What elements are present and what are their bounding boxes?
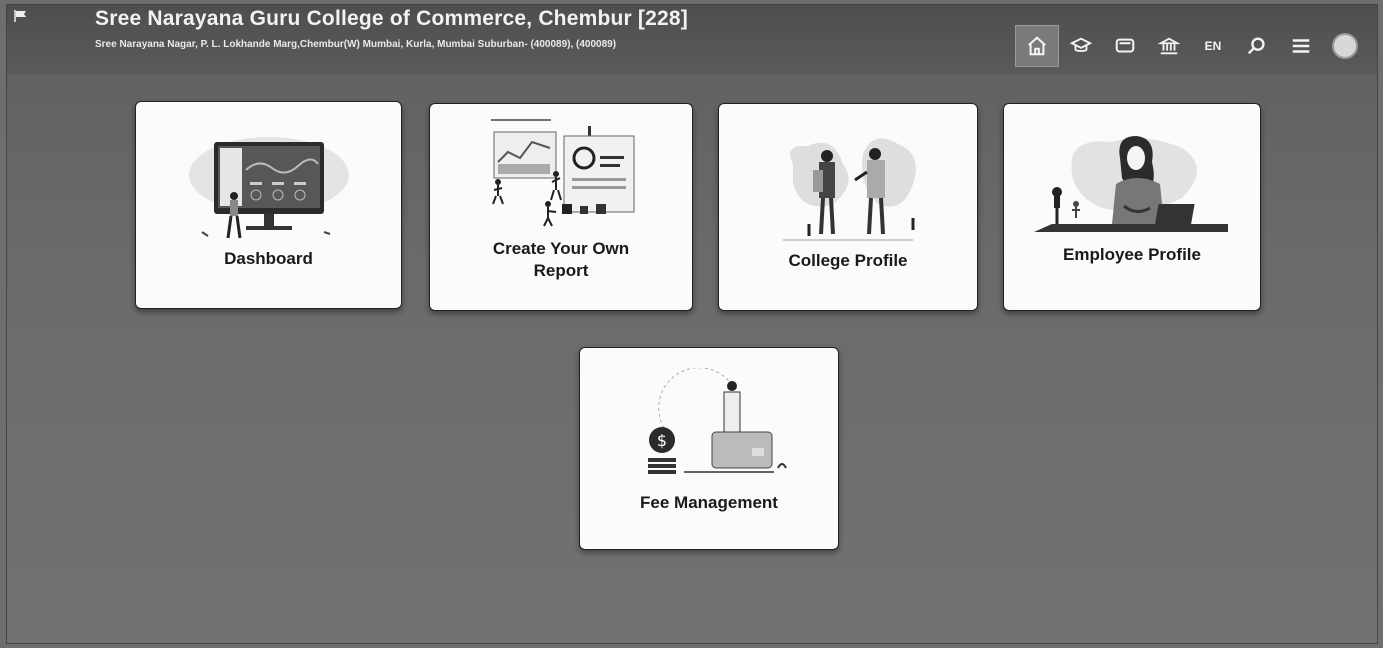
flag-icon <box>14 10 26 22</box>
college-title: Sree Narayana Guru College of Commerce, … <box>95 7 688 30</box>
dashboard-card[interactable]: Dashboard <box>135 101 402 309</box>
app-screen: Sree Narayana Guru College of Commerce, … <box>6 4 1378 644</box>
graduation-cap-icon <box>1070 37 1092 52</box>
employee-profile-illustration <box>1034 136 1228 232</box>
profile-button[interactable] <box>1323 25 1367 67</box>
report-label-line2: Report <box>533 261 589 280</box>
academics-button[interactable] <box>1059 25 1103 67</box>
institution-button[interactable] <box>1147 25 1191 67</box>
dashboard-illustration <box>188 137 349 239</box>
monitor-icon <box>1115 38 1135 53</box>
report-label-line1: Create Your Own <box>492 239 630 258</box>
fee-management-card[interactable]: $ Fee Management <box>579 347 839 550</box>
user-avatar-icon <box>1332 33 1358 59</box>
college-profile-label: College Profile <box>788 251 908 270</box>
employee-profile-label: Employee Profile <box>1063 245 1201 264</box>
home-button[interactable] <box>1015 25 1059 67</box>
menu-button[interactable] <box>1279 25 1323 67</box>
fee-management-illustration: $ <box>648 368 787 474</box>
nav-icons: EN <box>1015 25 1367 67</box>
college-profile-illustration <box>783 138 916 241</box>
create-report-card[interactable]: Create Your Own Report <box>429 103 693 311</box>
college-profile-card[interactable]: College Profile <box>718 103 978 311</box>
top-bar: Sree Narayana Guru College of Commerce, … <box>7 5 1377 74</box>
language-button[interactable]: EN <box>1191 25 1235 67</box>
display-button[interactable] <box>1103 25 1147 67</box>
college-address: Sree Narayana Nagar, P. L. Lokhande Marg… <box>95 39 617 50</box>
search-icon <box>1247 37 1265 55</box>
dashboard-label: Dashboard <box>224 249 313 268</box>
fee-management-label: Fee Management <box>640 493 778 512</box>
svg-text:$: $ <box>657 431 667 450</box>
menu-icon <box>1292 39 1310 53</box>
search-button[interactable] <box>1235 25 1279 67</box>
institution-icon <box>1158 37 1180 55</box>
home-icon <box>1028 36 1046 56</box>
report-illustration <box>491 119 635 227</box>
employee-profile-card[interactable]: Employee Profile <box>1003 103 1261 311</box>
